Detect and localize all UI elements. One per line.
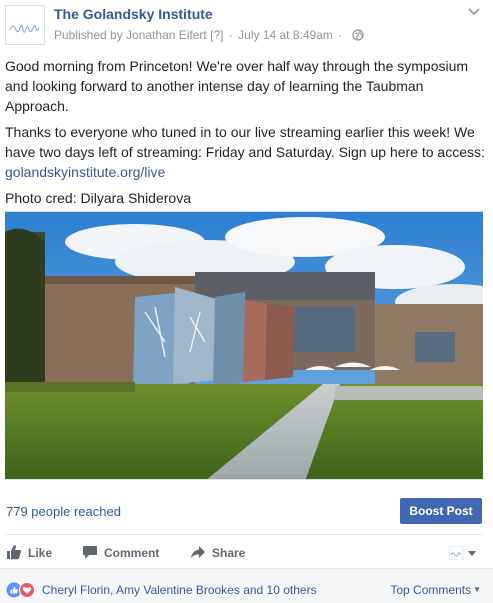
golandsky-logo xyxy=(6,6,44,44)
divider xyxy=(5,534,483,535)
people-reached-link[interactable]: 779 people reached xyxy=(6,504,121,519)
meta-separator: · xyxy=(228,28,233,42)
boost-post-button[interactable]: Boost Post xyxy=(400,498,482,524)
meta-separator: · xyxy=(338,28,343,42)
post-paragraph-1: Good morning from Princeton! We're over … xyxy=(5,58,469,114)
page-avatar[interactable] xyxy=(5,5,45,45)
post-timestamp[interactable]: July 14 at 8:49am xyxy=(238,28,333,42)
page-name-link[interactable]: The Golandsky Institute xyxy=(54,6,213,22)
actions-bar: Like Comment Share xyxy=(0,540,493,566)
chevron-down-icon[interactable] xyxy=(467,6,481,16)
post-header: The Golandsky Institute Published by Jon… xyxy=(0,0,493,52)
reactors-link[interactable]: Cheryl Florin, Amy Valentine Brookes and… xyxy=(42,583,317,597)
share-icon xyxy=(191,546,205,558)
signup-link[interactable]: golandskyinstitute.org/live xyxy=(5,164,165,180)
photo-credit: Photo cred: Dilyara Shiderova xyxy=(5,190,191,206)
top-comments-dropdown[interactable]: Top Comments ▼ xyxy=(390,583,481,597)
like-label: Like xyxy=(28,546,53,560)
insights-row: 779 people reached Boost Post xyxy=(0,492,493,532)
share-button[interactable]: Share xyxy=(190,544,245,560)
published-by[interactable]: Published by Jonathan Eifert xyxy=(54,28,207,42)
globe-icon[interactable] xyxy=(351,29,364,41)
page-avatar-mini-icon xyxy=(448,545,476,561)
post-as-selector[interactable] xyxy=(448,545,479,565)
comment-icon xyxy=(83,546,97,559)
reactions-bar: Cheryl Florin, Amy Valentine Brookes and… xyxy=(0,568,493,603)
post-photo[interactable] xyxy=(5,211,483,480)
post-paragraph-2-text: Thanks to everyone who tuned in to our l… xyxy=(5,124,485,160)
princeton-building-photo xyxy=(5,212,483,479)
post-message: Good morning from Princeton! We're over … xyxy=(5,56,485,214)
like-button[interactable]: Like xyxy=(6,544,52,560)
caret-down-icon: ▼ xyxy=(473,585,481,594)
top-comments-label: Top Comments xyxy=(390,583,472,597)
share-label: Share xyxy=(212,546,246,560)
comment-label: Comment xyxy=(104,546,160,560)
caret-down-icon xyxy=(468,551,476,556)
like-icon xyxy=(7,545,21,560)
comment-button[interactable]: Comment xyxy=(82,544,159,560)
post-meta: Published by Jonathan Eifert [?] · July … xyxy=(54,28,364,42)
post-paragraph-2: Thanks to everyone who tuned in to our l… xyxy=(5,122,485,182)
reaction-icons[interactable] xyxy=(6,582,36,598)
help-marker[interactable]: [?] xyxy=(210,28,223,42)
